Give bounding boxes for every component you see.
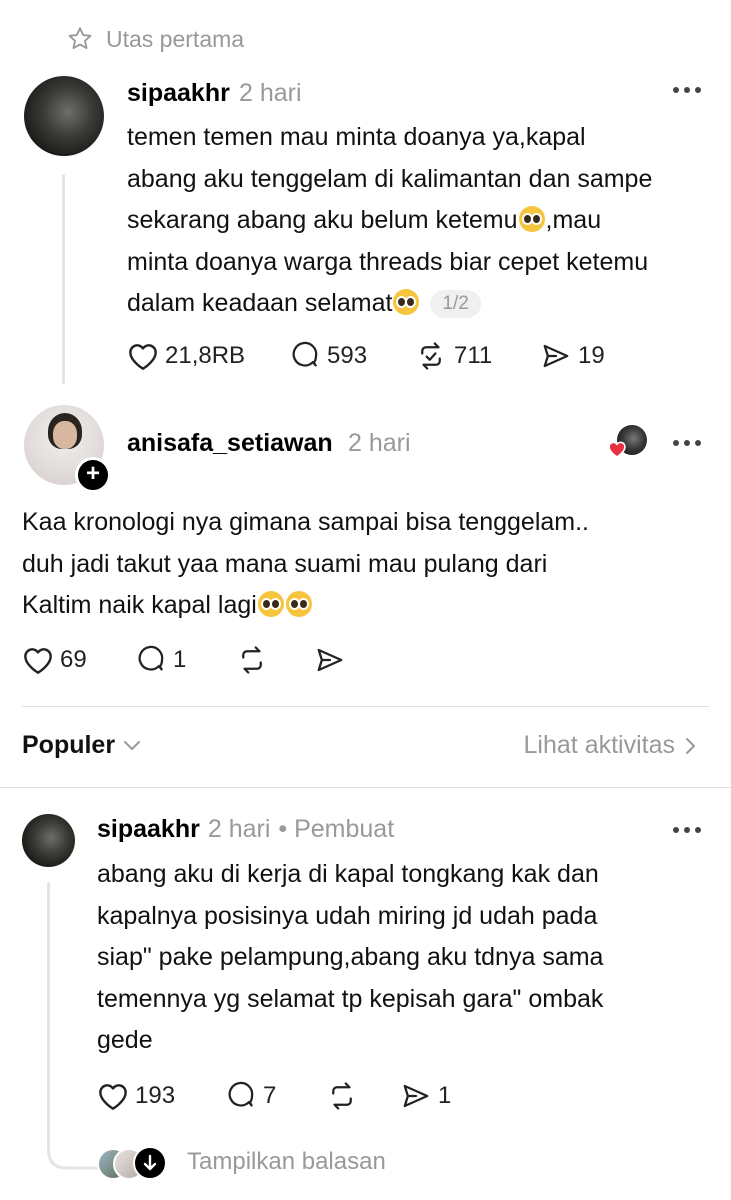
more-options-icon[interactable] bbox=[672, 825, 702, 835]
follow-button[interactable]: + bbox=[75, 457, 111, 493]
avatar-sipaakhr[interactable] bbox=[22, 814, 75, 867]
pleading-face-emoji bbox=[285, 591, 312, 617]
repost-button[interactable] bbox=[325, 1081, 359, 1111]
comment-icon bbox=[138, 645, 164, 671]
reply2-username[interactable]: sipaakhr bbox=[97, 815, 200, 844]
expand-replies-icon bbox=[133, 1146, 167, 1180]
post-line: sekarang abang aku belum ketemu ,mau bbox=[127, 206, 602, 234]
arrow-down-icon bbox=[143, 1154, 157, 1171]
share-count: 19 bbox=[578, 342, 605, 369]
comment-icon bbox=[292, 341, 318, 367]
like-count: 69 bbox=[60, 646, 87, 673]
avatar-sipaakhr[interactable] bbox=[24, 76, 104, 156]
repost-count: 711 bbox=[454, 342, 493, 369]
heart-filled-icon bbox=[608, 441, 626, 458]
sort-label: Populer bbox=[22, 731, 116, 759]
post-username[interactable]: sipaakhr bbox=[127, 78, 230, 108]
like-button[interactable]: 21,8RB bbox=[127, 341, 245, 371]
send-icon bbox=[403, 1084, 429, 1108]
share-button[interactable] bbox=[314, 645, 346, 675]
heart-icon bbox=[24, 648, 52, 674]
reply2-line: kapalnya posisinya udah miring jd udah p… bbox=[97, 901, 598, 930]
reply2-time: 2 hari bbox=[207, 815, 271, 843]
share-button[interactable]: 19 bbox=[540, 341, 605, 371]
pleading-face-emoji bbox=[393, 289, 420, 315]
thread-header[interactable]: Utas pertama bbox=[66, 24, 244, 54]
sort-dropdown[interactable]: Populer bbox=[22, 731, 141, 760]
repost-icon bbox=[242, 646, 262, 674]
view-activity-label: Lihat aktivitas bbox=[523, 731, 675, 759]
chevron-right-icon bbox=[686, 737, 695, 754]
more-options-icon[interactable] bbox=[672, 85, 702, 95]
heart-icon bbox=[99, 1084, 127, 1110]
reply-count: 1 bbox=[173, 646, 187, 673]
share-button[interactable]: 1 bbox=[400, 1081, 451, 1111]
post-line: minta doanya warga threads biar cepet ke… bbox=[127, 247, 649, 276]
send-icon bbox=[317, 648, 343, 672]
repost-icon bbox=[421, 342, 441, 370]
send-icon bbox=[543, 344, 569, 368]
like-count: 21,8RB bbox=[165, 342, 246, 369]
comment-icon bbox=[228, 1081, 254, 1107]
reply-count: 7 bbox=[263, 1082, 277, 1109]
pleading-face-emoji bbox=[518, 206, 545, 232]
repost-icon bbox=[332, 1082, 352, 1110]
thread-line bbox=[62, 174, 65, 384]
view-activity-link[interactable]: Lihat aktivitas bbox=[524, 731, 697, 760]
author-badge: • Pembuat bbox=[278, 815, 395, 843]
thread-header-label: Utas pertama bbox=[106, 25, 245, 52]
liked-by-author-badge bbox=[607, 425, 647, 461]
like-count: 193 bbox=[135, 1082, 176, 1109]
post-line: abang aku tenggelam di kalimantan dan sa… bbox=[127, 164, 653, 193]
page-indicator: 1/2 bbox=[430, 290, 481, 318]
post-body: temen temen mau minta doanya ya,kapal ab… bbox=[127, 117, 652, 325]
post-line: temen temen mau minta doanya ya,kapal bbox=[127, 123, 586, 151]
like-button[interactable]: 193 bbox=[97, 1081, 175, 1111]
heart-icon bbox=[129, 344, 157, 370]
thread-line bbox=[47, 882, 50, 1152]
reply2-line: abang aku di kerja di kapal tongkang kak… bbox=[97, 860, 599, 888]
show-replies-button[interactable]: Tampilkan balasan bbox=[97, 1146, 386, 1180]
reply2-line: temennya yg selamat tp kepisah gara" omb… bbox=[97, 984, 604, 1013]
post-time: 2 hari bbox=[239, 79, 302, 107]
star-icon bbox=[68, 27, 92, 50]
share-count: 1 bbox=[438, 1082, 452, 1109]
reply-button[interactable]: 1 bbox=[135, 645, 186, 675]
reply2-body: abang aku di kerja di kapal tongkang kak… bbox=[97, 854, 603, 1062]
reply-avatars-stack bbox=[97, 1146, 167, 1180]
reply-count: 593 bbox=[327, 342, 368, 369]
chevron-down-icon bbox=[124, 740, 141, 750]
show-replies-label: Tampilkan balasan bbox=[187, 1148, 386, 1175]
reply-username[interactable]: anisafa_setiawan bbox=[127, 428, 333, 458]
divider bbox=[22, 706, 709, 707]
reply-line: Kaltim naik kapal lagi bbox=[22, 585, 589, 627]
reply-button[interactable]: 593 bbox=[289, 341, 367, 371]
reply-time: 2 hari bbox=[348, 429, 411, 457]
reply2-header: sipaakhr 2 hari • Pembuat bbox=[97, 815, 394, 844]
reply2-line: gede bbox=[97, 1026, 153, 1054]
repost-button[interactable]: 711 bbox=[414, 341, 492, 371]
repost-button[interactable] bbox=[235, 645, 269, 675]
pleading-face-emoji bbox=[257, 591, 284, 617]
post-line: dalam keadaan selamat 1/2 bbox=[127, 283, 652, 325]
reply-line: duh jadi takut yaa mana suami mau pulang… bbox=[22, 549, 548, 578]
reply-body: Kaa kronologi nya gimana sampai bisa ten… bbox=[22, 502, 589, 627]
divider bbox=[0, 787, 731, 788]
more-options-icon[interactable] bbox=[672, 438, 702, 448]
reply-button[interactable]: 7 bbox=[225, 1081, 276, 1111]
reply-line: Kaa kronologi nya gimana sampai bisa ten… bbox=[22, 508, 590, 536]
reply2-line: siap" pake pelampung,abang aku tdnya sam… bbox=[97, 943, 604, 971]
like-button[interactable]: 69 bbox=[22, 645, 87, 675]
